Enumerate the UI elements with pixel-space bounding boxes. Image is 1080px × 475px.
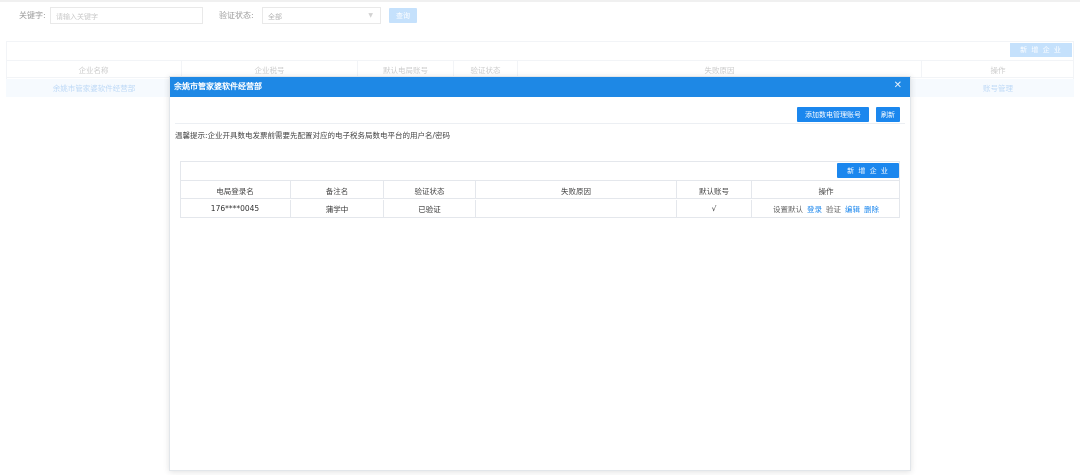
set-default-link[interactable]: 设置默认 (773, 205, 803, 214)
add-account-button[interactable]: 添加数电管理账号 (797, 107, 869, 122)
col-default-account: 默认账号 (677, 181, 752, 198)
add-company-button[interactable]: 新 增 企 业 (837, 163, 899, 178)
col-remark: 备注名 (291, 181, 384, 198)
cell-actions: 设置默认 登录 验证 编辑 删除 (752, 200, 900, 218)
account-table-header: 电局登录名 备注名 验证状态 失败原因 默认账号 操作 (180, 180, 900, 199)
col-login-name: 电局登录名 (180, 181, 291, 198)
cell-verify-status: 已验证 (384, 200, 476, 218)
cell-remark: 蒲学中 (291, 200, 384, 218)
cell-default-account: √ (677, 200, 752, 218)
cell-fail-reason (476, 200, 677, 218)
account-modal: 余姚市管家婆软件经营部 ✕ 添加数电管理账号 刷新 温馨提示:企业开具数电发票前… (169, 76, 911, 471)
delete-link[interactable]: 删除 (864, 205, 879, 214)
verify-link[interactable]: 验证 (826, 205, 841, 214)
col-actions: 操作 (818, 187, 834, 196)
cell-login-name: 176****0045 (180, 200, 291, 218)
tip-text: 温馨提示:企业开具数电发票前需要先配置对应的电子税务局数电平台的用户名/密码 (175, 131, 451, 140)
login-link[interactable]: 登录 (807, 205, 822, 214)
col-verify-status: 验证状态 (384, 181, 476, 198)
modal-title: 余姚市管家婆软件经营部 (174, 82, 262, 91)
refresh-button[interactable]: 刷新 (876, 107, 900, 122)
table-row: 176****0045 蒲学中 已验证 √ 设置默认 登录 验证 编辑 删除 (180, 200, 900, 218)
edit-link[interactable]: 编辑 (845, 205, 860, 214)
modal-header: 余姚市管家婆软件经营部 ✕ (170, 77, 910, 97)
divider (175, 123, 905, 124)
close-icon[interactable]: ✕ (894, 80, 902, 91)
col-fail-reason: 失败原因 (476, 181, 677, 198)
